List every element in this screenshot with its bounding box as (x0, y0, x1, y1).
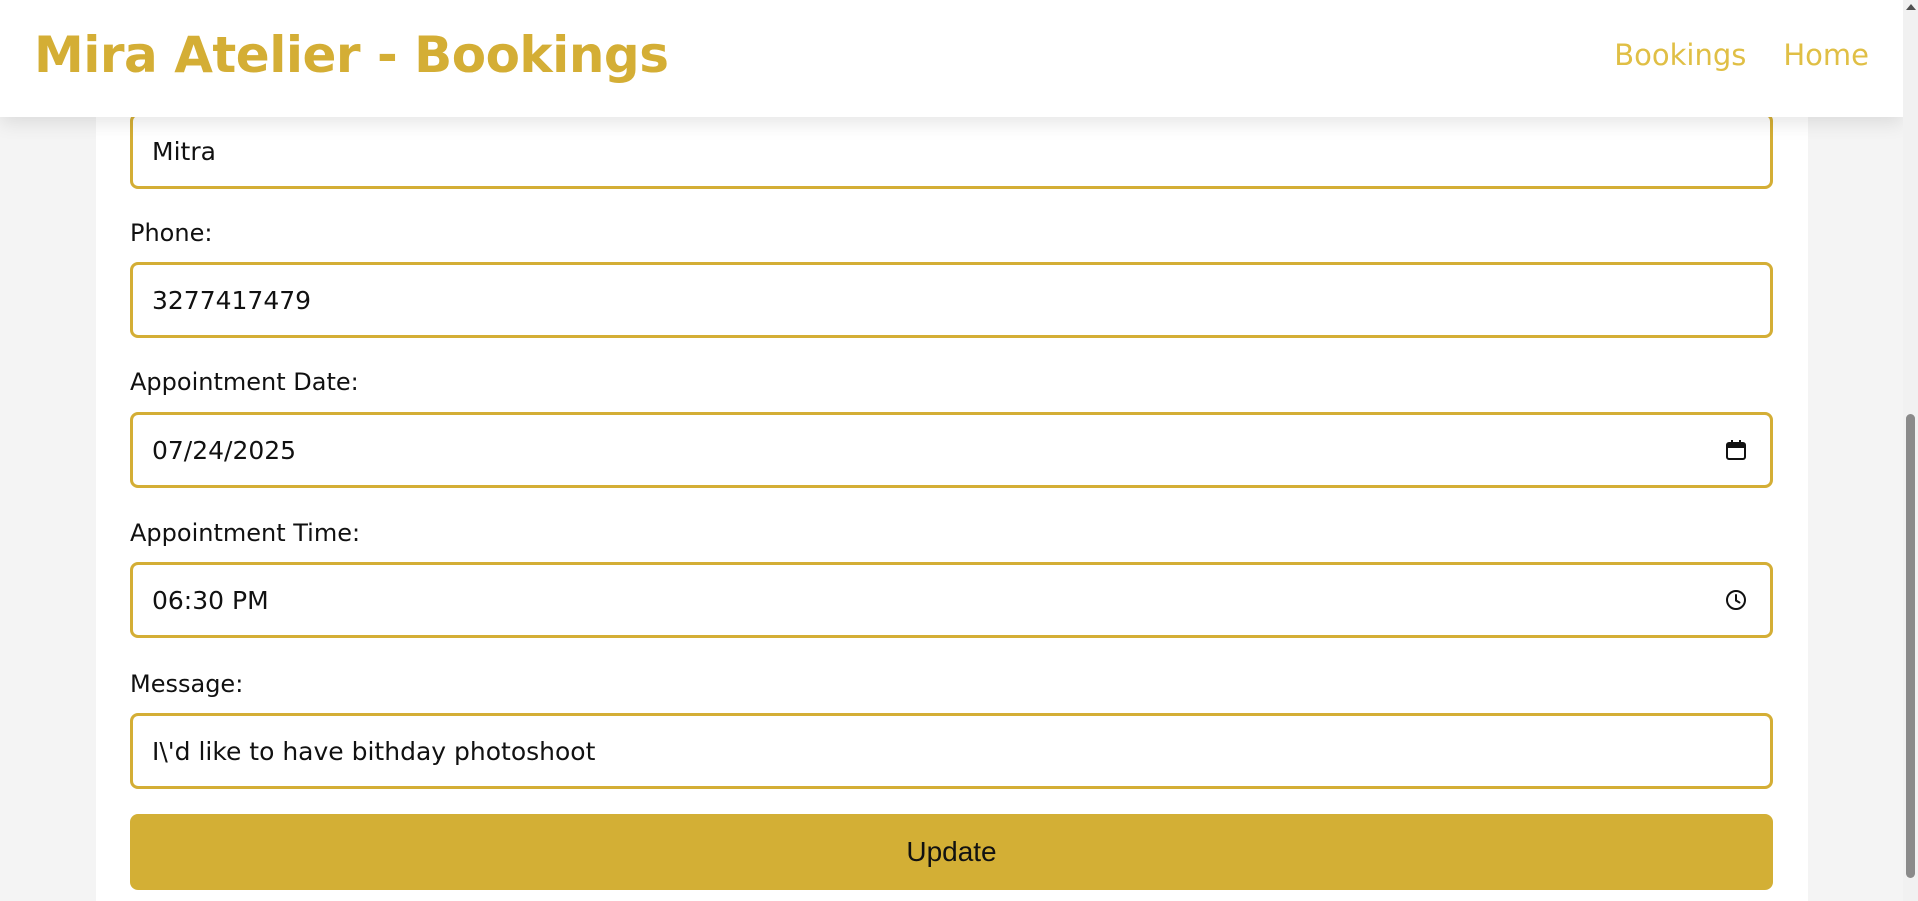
update-button[interactable]: Update (130, 814, 1773, 890)
time-value: 06:30 PM (152, 585, 269, 615)
message-field[interactable]: I\'d like to have bithday photoshoot (130, 713, 1773, 789)
main-nav: Bookings Home (1614, 38, 1869, 72)
scroll-up-arrow-icon[interactable] (1906, 4, 1916, 10)
nav-home-link[interactable]: Home (1783, 38, 1869, 72)
page: Mitra Phone: 3277417479 Appointment Date… (0, 0, 1918, 901)
message-value: I\'d like to have bithday photoshoot (152, 736, 596, 766)
date-label: Appointment Date: (130, 368, 359, 396)
appointment-date-field[interactable]: 07/24/2025 (130, 412, 1773, 488)
brand-title: Mira Atelier - Bookings (34, 26, 669, 84)
name-value: Mitra (152, 136, 216, 166)
appointment-time-field[interactable]: 06:30 PM (130, 562, 1773, 638)
page-scrollbar[interactable] (1903, 0, 1918, 901)
name-field[interactable]: Mitra (130, 113, 1773, 189)
site-header: Mira Atelier - Bookings Bookings Home (0, 0, 1903, 117)
phone-label: Phone: (130, 219, 213, 247)
date-value: 07/24/2025 (152, 435, 297, 465)
calendar-icon[interactable] (1724, 438, 1748, 462)
phone-value: 3277417479 (152, 285, 312, 315)
phone-field[interactable]: 3277417479 (130, 262, 1773, 338)
clock-icon[interactable] (1724, 588, 1748, 612)
message-label: Message: (130, 670, 244, 698)
time-label: Appointment Time: (130, 519, 361, 547)
scrollbar-thumb[interactable] (1906, 414, 1915, 878)
nav-bookings-link[interactable]: Bookings (1614, 38, 1746, 72)
